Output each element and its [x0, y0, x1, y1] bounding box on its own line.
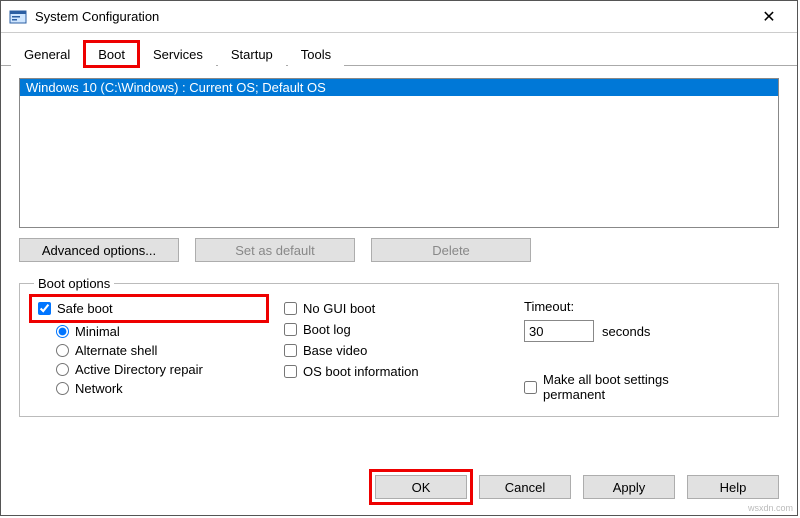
basevideo-checkbox-label[interactable]: Base video — [284, 343, 504, 358]
safeboot-checkbox-label[interactable]: Safe boot — [38, 301, 113, 316]
safeboot-text: Safe boot — [57, 301, 113, 316]
tab-tools[interactable]: Tools — [288, 42, 344, 66]
bootlog-checkbox[interactable] — [284, 323, 297, 336]
nogui-text: No GUI boot — [303, 301, 375, 316]
altshell-radio[interactable] — [56, 344, 69, 357]
nogui-checkbox[interactable] — [284, 302, 297, 315]
cancel-button[interactable]: Cancel — [479, 475, 571, 499]
bootlog-text: Boot log — [303, 322, 351, 337]
advanced-options-button[interactable]: Advanced options... — [19, 238, 179, 262]
minimal-text: Minimal — [75, 324, 120, 339]
tab-general[interactable]: General — [11, 42, 83, 66]
basevideo-checkbox[interactable] — [284, 344, 297, 357]
msconfig-icon — [9, 8, 27, 26]
safeboot-checkbox[interactable] — [38, 302, 51, 315]
safeboot-column: Safe boot Minimal Alternate shell — [34, 299, 264, 402]
boot-action-row: Advanced options... Set as default Delet… — [19, 238, 779, 262]
tab-boot[interactable]: Boot — [85, 42, 138, 66]
permanent-text: Make all boot settings permanent — [543, 372, 724, 402]
tab-content: Windows 10 (C:\Windows) : Current OS; De… — [1, 66, 797, 429]
tab-bar: General Boot Services Startup Tools — [1, 33, 797, 66]
network-text: Network — [75, 381, 123, 396]
minimal-radio-label[interactable]: Minimal — [56, 324, 264, 339]
nogui-checkbox-label[interactable]: No GUI boot — [284, 301, 504, 316]
minimal-radio[interactable] — [56, 325, 69, 338]
help-button[interactable]: Help — [687, 475, 779, 499]
permanent-checkbox[interactable] — [524, 381, 537, 394]
network-radio[interactable] — [56, 382, 69, 395]
timeout-input[interactable] — [524, 320, 594, 342]
titlebar: System Configuration ✕ — [1, 1, 797, 33]
permanent-checkbox-label[interactable]: Make all boot settings permanent — [524, 372, 724, 402]
os-list-item[interactable]: Windows 10 (C:\Windows) : Current OS; De… — [20, 79, 778, 96]
watermark-text: wsxdn.com — [748, 503, 793, 513]
timeout-column: Timeout: seconds Make all boot settings … — [524, 299, 724, 402]
boot-options-group: Boot options Safe boot Minimal — [19, 276, 779, 417]
altshell-radio-label[interactable]: Alternate shell — [56, 343, 264, 358]
os-listbox[interactable]: Windows 10 (C:\Windows) : Current OS; De… — [19, 78, 779, 228]
close-icon[interactable]: ✕ — [749, 7, 789, 27]
bootflags-column: No GUI boot Boot log Base video OS boot … — [284, 299, 504, 402]
network-radio-label[interactable]: Network — [56, 381, 264, 396]
dialog-footer: OK Cancel Apply Help — [375, 475, 779, 499]
altshell-text: Alternate shell — [75, 343, 157, 358]
tab-services[interactable]: Services — [140, 42, 216, 66]
adrepair-radio-label[interactable]: Active Directory repair — [56, 362, 264, 377]
tab-startup[interactable]: Startup — [218, 42, 286, 66]
safeboot-mode-group: Minimal Alternate shell Active Directory… — [34, 324, 264, 396]
delete-button: Delete — [371, 238, 531, 262]
ok-button[interactable]: OK — [375, 475, 467, 499]
basevideo-text: Base video — [303, 343, 367, 358]
osbootinfo-checkbox-label[interactable]: OS boot information — [284, 364, 504, 379]
adrepair-text: Active Directory repair — [75, 362, 203, 377]
bootlog-checkbox-label[interactable]: Boot log — [284, 322, 504, 337]
osbootinfo-text: OS boot information — [303, 364, 419, 379]
osbootinfo-checkbox[interactable] — [284, 365, 297, 378]
adrepair-radio[interactable] — [56, 363, 69, 376]
window-title: System Configuration — [35, 9, 749, 24]
apply-button[interactable]: Apply — [583, 475, 675, 499]
set-default-button: Set as default — [195, 238, 355, 262]
timeout-label: Timeout: — [524, 299, 724, 314]
window: System Configuration ✕ General Boot Serv… — [0, 0, 798, 516]
timeout-unit: seconds — [602, 324, 650, 339]
boot-options-legend: Boot options — [34, 276, 114, 291]
